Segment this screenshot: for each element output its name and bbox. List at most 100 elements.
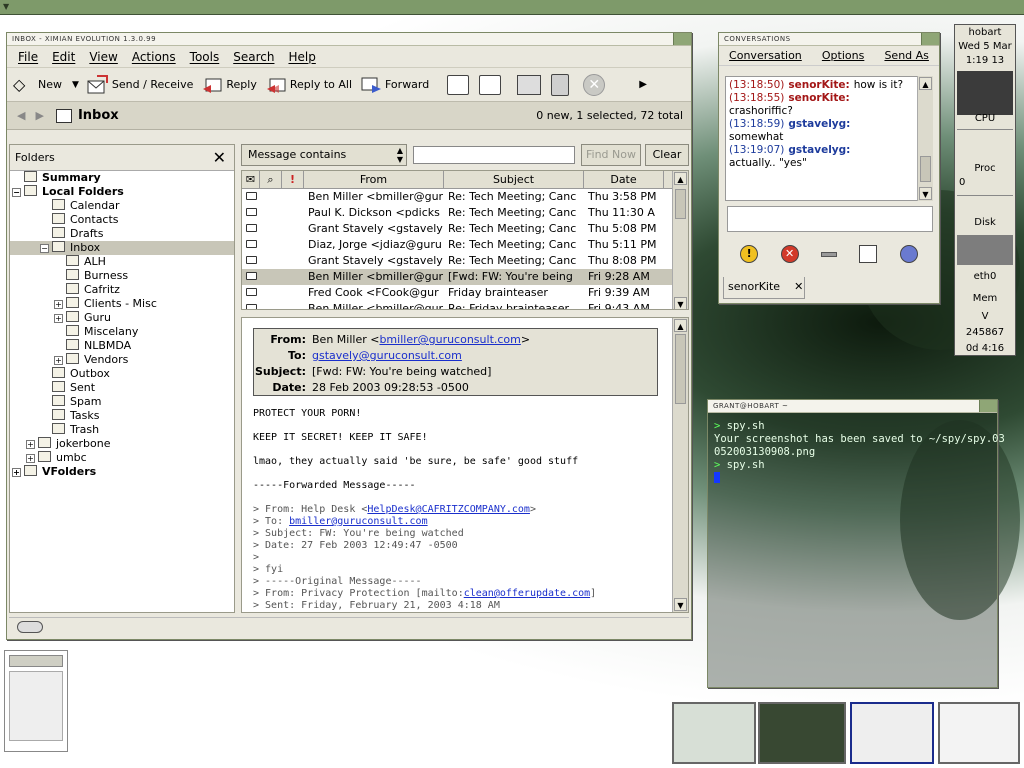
message-row[interactable]: Fred Cook <FCook@gur Friday brainteaser Fr… (242, 285, 688, 301)
folder-item[interactable]: Burness (10, 269, 234, 283)
expander-icon[interactable]: − (40, 244, 49, 253)
folder-item[interactable]: + VFolders (10, 465, 234, 479)
folder-item[interactable]: Trash (10, 423, 234, 437)
panel-arrow-icon[interactable]: ▼ (3, 2, 9, 11)
message-row[interactable]: Ben Miller <bmiller@gur [Fwd: FW: You're … (242, 269, 688, 285)
folder-item[interactable]: − Local Folders (10, 185, 234, 199)
search-option-select[interactable]: Message contains ▲ ▼ (241, 144, 407, 166)
new-button[interactable]: ◇ New ▼ (13, 75, 79, 95)
move-icon[interactable] (479, 74, 502, 95)
window-corner-button[interactable] (921, 33, 939, 45)
menu-conversation[interactable]: Conversation (729, 49, 802, 62)
scroll-thumb[interactable] (675, 334, 686, 404)
scroll-down-icon[interactable]: ▼ (919, 187, 932, 200)
desktop-3[interactable] (850, 702, 934, 764)
desktop-1[interactable] (672, 702, 756, 764)
attachment-column-icon[interactable]: ⌕ (260, 171, 282, 188)
folder-item[interactable]: Contacts (10, 213, 234, 227)
menu-file[interactable]: File (18, 50, 38, 64)
toolbar-more-icon[interactable]: ▶ (639, 79, 647, 90)
window-titlebar[interactable]: CONVERSATIONS (719, 33, 939, 46)
send-receive-button[interactable]: Send / Receive (87, 74, 193, 95)
expander-icon[interactable]: + (12, 468, 21, 477)
menu-help[interactable]: Help (288, 50, 315, 64)
folder-item[interactable]: Summary (10, 171, 234, 185)
scroll-thumb[interactable] (920, 156, 931, 182)
window-titlebar[interactable]: GRANT@HOBART ~ (708, 400, 997, 413)
search-input[interactable] (413, 146, 575, 164)
menu-tools[interactable]: Tools (190, 50, 220, 64)
folder-item[interactable]: + umbc (10, 451, 234, 465)
folder-item[interactable]: − Inbox (10, 241, 234, 255)
scroll-thumb[interactable] (675, 189, 686, 219)
menu-send-as[interactable]: Send As (884, 49, 928, 62)
menu-options[interactable]: Options (822, 49, 864, 62)
menu-view[interactable]: View (89, 50, 117, 64)
expander-icon[interactable]: − (12, 188, 21, 197)
block-icon[interactable]: ✕ (780, 245, 799, 263)
folder-item[interactable]: Miscelany (10, 325, 234, 339)
subject-column[interactable]: Subject (444, 171, 584, 188)
forward-button[interactable]: Forward (360, 75, 429, 95)
from-column[interactable]: From (304, 171, 444, 188)
flag-column[interactable]: ! (282, 171, 304, 188)
close-tab-icon[interactable]: ✕ (794, 280, 803, 293)
from-email-link[interactable]: bmiller@guruconsult.com (379, 333, 520, 346)
message-row[interactable]: Ben Miller <bmiller@gur Re: Friday braint… (242, 301, 688, 309)
message-row[interactable]: Paul K. Dickson <pdicks Re: Tech Meeting;… (242, 205, 688, 221)
message-row[interactable]: Diaz, Jorge <jdiaz@guru Re: Tech Meeting;… (242, 237, 688, 253)
chat-scrollbar[interactable]: ▲ ▼ (917, 76, 933, 201)
clear-button[interactable]: Clear (645, 144, 689, 166)
forward-nav-icon[interactable]: ▶ (35, 109, 43, 122)
folder-item[interactable]: NLBMDA (10, 339, 234, 353)
info-icon[interactable] (859, 245, 878, 263)
quote-link[interactable]: clean@offerupdate.com (464, 588, 590, 599)
scroll-down-icon[interactable]: ▼ (674, 297, 687, 309)
back-icon[interactable]: ◀ (17, 109, 25, 122)
to-email-link[interactable]: gstavely@guruconsult.com (312, 349, 462, 362)
remove-icon[interactable] (820, 251, 837, 257)
scroll-up-icon[interactable]: ▲ (674, 172, 687, 185)
expander-icon[interactable]: + (26, 454, 35, 463)
reply-button[interactable]: Reply (201, 75, 257, 95)
folder-item[interactable]: + jokerbone (10, 437, 234, 451)
print-icon[interactable] (447, 74, 470, 95)
folder-item[interactable]: Sent (10, 381, 234, 395)
find-now-button[interactable]: Find Now (581, 144, 641, 166)
window-corner-button[interactable] (673, 33, 691, 45)
window-titlebar[interactable]: INBOX - XIMIAN EVOLUTION 1.3.0.99 (7, 33, 691, 46)
expander-icon[interactable]: + (26, 440, 35, 449)
window-corner-button[interactable] (979, 400, 997, 412)
send-icon[interactable] (899, 245, 918, 263)
expander-icon[interactable]: + (54, 314, 63, 323)
scroll-up-icon[interactable]: ▲ (674, 319, 687, 332)
warn-icon[interactable]: ! (740, 245, 759, 263)
status-column-icon[interactable]: ✉ (242, 171, 260, 188)
folder-item[interactable]: ALH (10, 255, 234, 269)
folder-item[interactable]: Outbox (10, 367, 234, 381)
cancel-icon[interactable]: ✕ (583, 73, 606, 96)
message-row[interactable]: Grant Stavely <gstavely Re: Tech Meeting;… (242, 221, 688, 237)
mini-window-preview[interactable] (4, 650, 68, 752)
preview-scrollbar[interactable]: ▲ ▼ (672, 318, 688, 612)
folder-item[interactable]: Cafritz (10, 283, 234, 297)
expander-icon[interactable]: + (54, 356, 63, 365)
chat-input[interactable] (727, 206, 933, 232)
scroll-up-icon[interactable]: ▲ (919, 77, 932, 90)
menu-actions[interactable]: Actions (132, 50, 176, 64)
scroll-down-icon[interactable]: ▼ (674, 598, 687, 611)
message-scrollbar[interactable]: ▲ ▼ (672, 171, 688, 309)
chevron-down-icon[interactable]: ▼ (72, 80, 79, 90)
menu-edit[interactable]: Edit (52, 50, 75, 64)
folder-item[interactable]: + Clients - Misc (10, 297, 234, 311)
folder-item[interactable]: Drafts (10, 227, 234, 241)
expander-icon[interactable]: + (54, 300, 63, 309)
terminal-text[interactable]: > spy.sh Your screenshot has been saved … (714, 420, 1005, 486)
desktop-4[interactable] (938, 702, 1020, 764)
folder-item[interactable]: Tasks (10, 409, 234, 423)
reply-all-button[interactable]: Reply to All (265, 75, 352, 95)
quote-link[interactable]: HelpDesk@CAFRITZCOMPANY.com (367, 504, 530, 515)
trash-icon[interactable] (551, 73, 570, 96)
message-row[interactable]: Grant Stavely <gstavely Re: Tech Meeting;… (242, 253, 688, 269)
folder-item[interactable]: Calendar (10, 199, 234, 213)
